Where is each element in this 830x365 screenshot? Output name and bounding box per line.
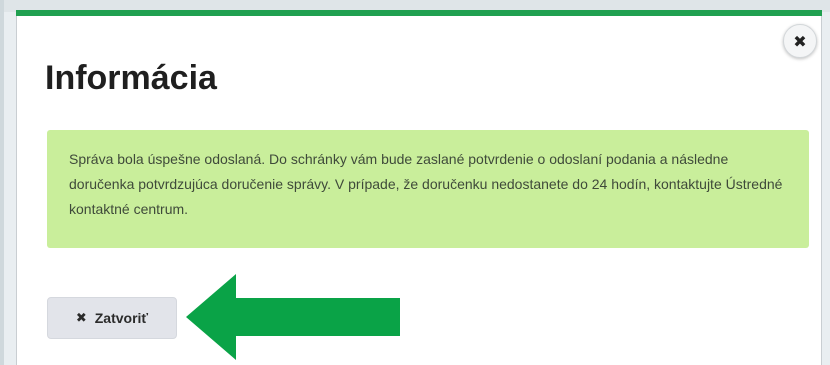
page-backdrop: ✖ Informácia Správa bola úspešne odoslan… [0, 0, 830, 365]
dialog-title: Informácia [45, 59, 217, 97]
close-button-label: Zatvoriť [94, 310, 149, 326]
close-button-icon: ✖ [75, 310, 87, 326]
alert-message: Správa bola úspešne odoslaná. Do schránk… [69, 151, 783, 217]
info-dialog: ✖ Informácia Správa bola úspešne odoslan… [16, 16, 822, 365]
close-icon-glyph: ✖ [793, 31, 807, 51]
close-icon[interactable]: ✖ [783, 24, 817, 58]
success-alert: Správa bola úspešne odoslaná. Do schránk… [47, 130, 809, 248]
close-button[interactable]: ✖ Zatvoriť [47, 297, 177, 339]
green-arrow-icon [186, 274, 400, 360]
arrow-shape [186, 274, 400, 360]
